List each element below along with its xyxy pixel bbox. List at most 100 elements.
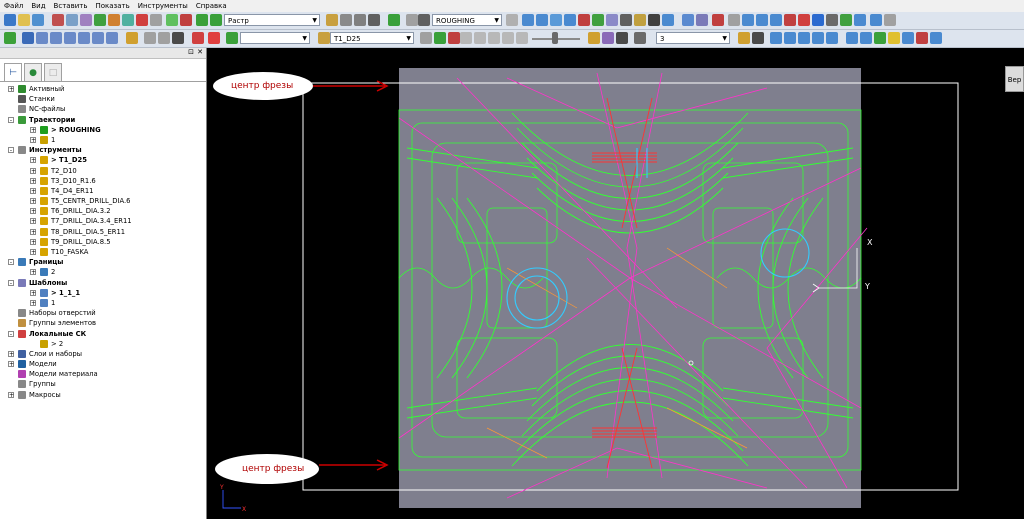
view-toggle-button[interactable]: Вер [1005,66,1024,92]
new-icon[interactable] [4,14,16,26]
path-icon-7[interactable] [606,14,618,26]
boundary-icon[interactable] [80,14,92,26]
save-view-icon[interactable] [172,32,184,44]
view-icon-14[interactable] [884,14,896,26]
view-icon-6[interactable] [770,14,782,26]
view-icon-8[interactable] [798,14,810,26]
step-forward-icon[interactable] [502,32,514,44]
simulate-icon[interactable] [180,14,192,26]
tree-node[interactable]: +1 [0,135,206,145]
save-icon[interactable] [32,14,44,26]
pencil-icon[interactable] [888,32,900,44]
tree-node[interactable]: + Макросы [0,390,206,400]
path-icon-3[interactable] [550,14,562,26]
tree-node[interactable]: + T5_CENTR_DRILL_DIA.6 [0,196,206,206]
expand-icon[interactable]: + [30,299,36,306]
delete-icon[interactable] [916,32,928,44]
stock-save-icon[interactable] [616,32,628,44]
path-icon-6[interactable] [592,14,604,26]
shade-icon[interactable] [4,32,16,44]
sim-tool-icon[interactable] [318,32,330,44]
sim-path-icon[interactable] [434,32,446,44]
tool-view-icon[interactable] [126,32,138,44]
view-icon-11[interactable] [840,14,852,26]
tree-node[interactable]: Группы [0,379,206,389]
sim-entity-select[interactable]: ▼ [240,32,310,44]
iso-view-icon[interactable] [22,32,34,44]
view-icon-12[interactable] [854,14,866,26]
expand-icon[interactable]: + [30,198,36,205]
tree-node[interactable]: > 2 [0,339,206,349]
grid-icon[interactable] [620,14,632,26]
pattern-icon-2[interactable] [784,32,796,44]
expand-icon[interactable]: + [30,238,36,245]
collapse-icon[interactable]: - [8,147,14,154]
menu-tools[interactable]: Инструменты [134,0,192,12]
graphics-viewport[interactable]: X Y Y X центр фрезы центр фрезы [207,48,1024,519]
stock-model-icon[interactable] [602,32,614,44]
feedrate-icon[interactable] [108,14,120,26]
close-icon[interactable]: ✕ [197,48,203,56]
expand-icon[interactable]: + [30,167,36,174]
gear-icon[interactable] [340,14,352,26]
tree-node[interactable]: Станки [0,94,206,104]
shading-icon[interactable] [196,14,208,26]
settings-icon[interactable] [634,32,646,44]
calculator-icon[interactable] [326,14,338,26]
tree-node[interactable]: - Локальные СК [0,329,206,339]
expand-icon[interactable]: + [30,218,36,225]
collapse-icon[interactable]: - [8,259,14,266]
pattern-icon-10[interactable] [930,32,942,44]
tab-explorer[interactable]: ⊢ [4,63,22,81]
folder-icon[interactable] [738,32,750,44]
end-point-icon[interactable] [150,14,162,26]
expand-icon[interactable]: + [30,249,36,256]
view-left-icon[interactable] [92,32,104,44]
leads-icon[interactable] [122,14,134,26]
expand-icon[interactable]: + [30,208,36,215]
tree-node[interactable]: - Инструменты [0,145,206,155]
table-icon[interactable] [354,14,366,26]
tree-node[interactable]: + T4_D4_ER11 [0,186,206,196]
sim-toolpath-icon[interactable] [226,32,238,44]
open-icon[interactable] [18,14,30,26]
tree-node[interactable]: + T8_DRILL_DIA.5_ER11 [0,227,206,237]
tree-node[interactable]: + > 1_1_1 [0,288,206,298]
expand-icon[interactable]: + [8,361,14,368]
phone-icon[interactable] [728,14,740,26]
tree-node[interactable]: - Траектории [0,115,206,125]
fast-forward-icon[interactable] [516,32,528,44]
stock-icon[interactable] [588,32,600,44]
block-icon[interactable] [66,14,78,26]
path-icon-5[interactable] [578,14,590,26]
speed-slider-handle[interactable] [552,32,558,44]
tree-node[interactable]: +1 [0,298,206,308]
tree-node[interactable]: + T2_D10 [0,166,206,176]
view-top-icon[interactable] [64,32,76,44]
verify-icon[interactable] [166,14,178,26]
expand-icon[interactable]: + [30,157,36,164]
tree-node[interactable]: + T3_D10_R1.6 [0,176,206,186]
shading-mode-select[interactable]: Растр ▼ [224,14,320,26]
path-icon-8[interactable] [634,14,646,26]
view-icon-2[interactable] [696,14,708,26]
menu-show[interactable]: Показать [91,0,133,12]
view-icon-1[interactable] [682,14,694,26]
view-icon-10[interactable] [826,14,838,26]
tree-node[interactable]: + T9_DRILL_DIA.8.5 [0,237,206,247]
step-back-icon[interactable] [474,32,486,44]
path-icon-2[interactable] [536,14,548,26]
view-icon-9[interactable] [812,14,824,26]
pattern-icon-6[interactable] [846,32,858,44]
collapse-icon[interactable]: - [8,279,14,286]
view-bottom-icon[interactable] [106,32,118,44]
view-icon-5[interactable] [756,14,768,26]
path-icon-1[interactable] [522,14,534,26]
menu-file[interactable]: Файл [0,0,27,12]
menu-view[interactable]: Вид [27,0,49,12]
tool-select[interactable]: T1_D25 ▼ [330,32,414,44]
tree-node[interactable]: + T10_FASKA [0,247,206,257]
collapse-icon[interactable]: - [8,116,14,123]
pattern-icon-5[interactable] [826,32,838,44]
expand-icon[interactable]: + [30,289,36,296]
